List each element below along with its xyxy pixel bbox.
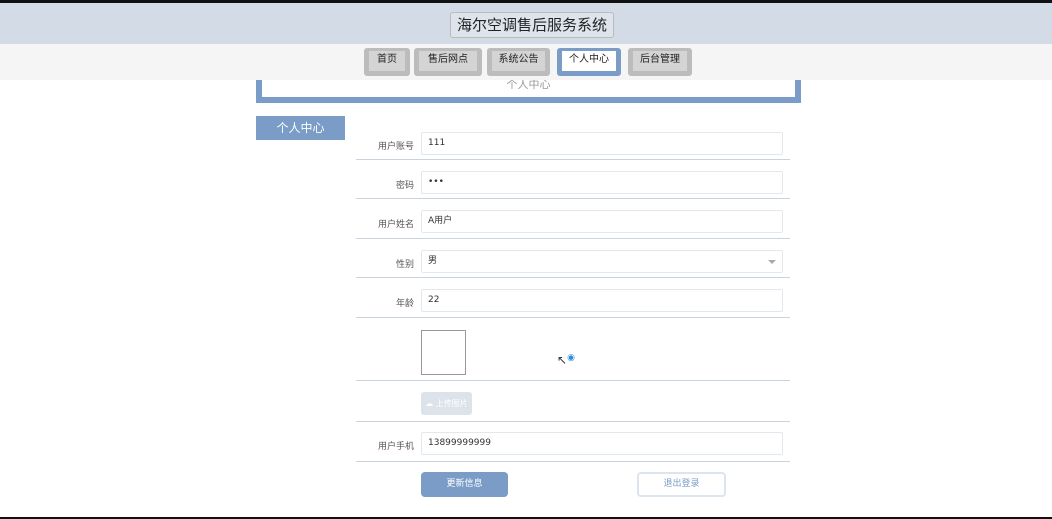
form-row-name: 用户姓名 A用户 xyxy=(356,199,790,239)
account-label: 用户账号 xyxy=(377,142,414,152)
form-row-phone: 用户手机 13899999999 xyxy=(356,422,790,462)
nav-announcements[interactable]: 系统公告 xyxy=(487,48,550,76)
age-input[interactable]: 22 xyxy=(421,289,783,312)
form-row-avatar xyxy=(356,318,790,381)
form-row-account: 用户账号 111 xyxy=(356,120,790,160)
password-input[interactable]: ••• xyxy=(421,171,783,194)
cloud-upload-icon: ☁ xyxy=(425,399,434,408)
nav-admin[interactable]: 后台管理 xyxy=(628,48,692,76)
age-label: 年龄 xyxy=(395,299,414,309)
upload-label: 上传图片 xyxy=(435,399,468,408)
form-row-password: 密码 ••• xyxy=(356,160,790,199)
form-row-upload: ☁ 上传图片 xyxy=(356,381,790,422)
nav-service-points[interactable]: 售后网点 xyxy=(414,48,482,76)
header: 海尔空调售后服务系统 xyxy=(0,3,1052,44)
password-label: 密码 xyxy=(395,181,414,191)
mouse-cursor-icon: ↖◉ xyxy=(557,353,575,367)
sidebar-item-personal-center[interactable]: 个人中心 xyxy=(256,116,345,140)
account-input[interactable]: 111 xyxy=(421,132,783,155)
nav-bar: 首页 售后网点 系统公告 个人中心 后台管理 xyxy=(0,44,1052,80)
nav-home[interactable]: 首页 xyxy=(364,48,410,76)
site-title: 海尔空调售后服务系统 xyxy=(450,12,615,38)
phone-input[interactable]: 13899999999 xyxy=(421,432,783,455)
upload-image-button[interactable]: ☁ 上传图片 xyxy=(421,392,472,415)
gender-select[interactable]: 男 xyxy=(421,250,783,273)
update-info-button[interactable]: 更新信息 xyxy=(421,472,508,497)
name-label: 用户姓名 xyxy=(377,220,414,230)
name-input[interactable]: A用户 xyxy=(421,210,783,233)
logout-button[interactable]: 退出登录 xyxy=(637,472,726,497)
form-row-gender: 性别 男 xyxy=(356,239,790,278)
gender-label: 性别 xyxy=(395,260,414,270)
form-row-age: 年龄 22 xyxy=(356,278,790,318)
phone-label: 用户手机 xyxy=(377,442,414,452)
nav-personal-center[interactable]: 个人中心 xyxy=(557,48,621,76)
gender-value: 男 xyxy=(428,256,438,266)
chevron-down-icon xyxy=(768,260,776,268)
avatar-image xyxy=(421,330,466,375)
